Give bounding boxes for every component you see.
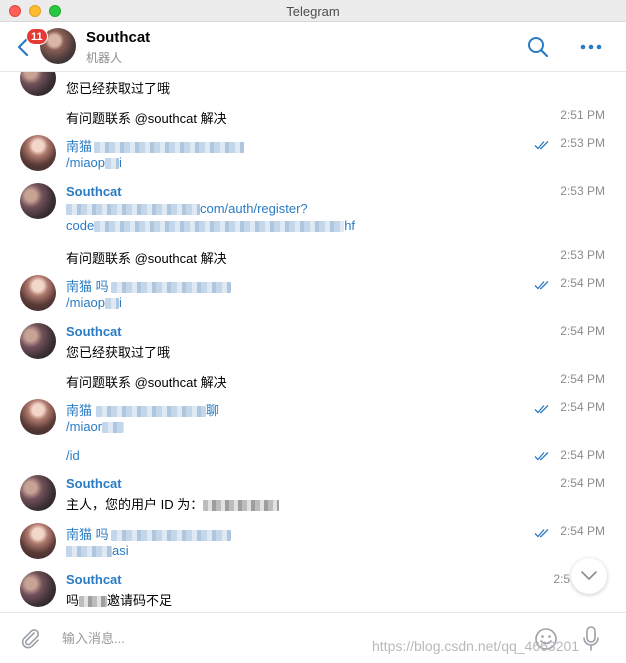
link-text-tail: i [119, 295, 122, 310]
window-titlebar: Telegram [0, 0, 626, 22]
message-input[interactable] [62, 627, 512, 649]
double-check-icon [534, 281, 549, 290]
message-text: 吗 邀请码不足 [66, 590, 172, 609]
message-text: 您已经获取过了哦 [66, 81, 171, 96]
message-sender[interactable]: Southcat [66, 476, 122, 491]
window-title: Telegram [286, 4, 340, 19]
message-composer: https://blog.csdn.net/qq_4663201 [0, 612, 626, 663]
more-dots-icon[interactable] [580, 44, 602, 50]
redacted-text [105, 298, 120, 310]
double-check-icon [534, 141, 549, 150]
sender-name: 南猫 吗 [66, 527, 109, 542]
link-text-tail: i [119, 155, 122, 170]
message-link[interactable]: /id [66, 448, 80, 463]
message-sender[interactable]: Southcat [66, 324, 122, 339]
message-sender[interactable]: 南猫 聊 [66, 400, 219, 419]
sender-name: 南猫 [66, 139, 93, 154]
message-time: 2:54 PM [560, 524, 605, 538]
message-list[interactable]: 您已经获取过了哦 有问题联系 @southcat 解决 2:51 PM 南猫 /… [0, 72, 626, 612]
avatar[interactable] [20, 135, 56, 171]
message-text-head: 吗 [66, 593, 80, 608]
redacted-text [66, 546, 112, 558]
link-text: /miaor [66, 419, 103, 434]
avatar[interactable] [20, 571, 56, 607]
paperclip-icon[interactable] [19, 627, 41, 649]
message-text-body: 邀请码不足 [107, 593, 173, 608]
message-link[interactable]: /miaop i [66, 295, 122, 310]
unread-badge: 11 [26, 28, 48, 45]
message-link[interactable]: /miaop i [66, 155, 122, 170]
redacted-text [110, 282, 231, 294]
redacted-text [94, 221, 345, 233]
link-text-tail: asi [112, 543, 129, 558]
chevron-down-icon [581, 571, 597, 580]
message-time: 2:51 PM [560, 108, 605, 122]
avatar[interactable] [20, 72, 56, 96]
message-time: 2:53 PM [560, 248, 605, 262]
message-time: 2:54 PM [560, 476, 605, 490]
chat-status: 机器人 [86, 51, 123, 65]
message-text: 有问题联系 @southcat 解决 [66, 111, 227, 126]
message-text: 您已经获取过了哦 [66, 345, 171, 360]
redacted-text [203, 500, 280, 512]
link-text: /miaop [66, 295, 106, 310]
redacted-text [96, 406, 207, 418]
scroll-to-bottom-button[interactable] [571, 558, 607, 594]
double-check-icon [534, 529, 549, 538]
sender-name-tail: 聊 [206, 403, 220, 418]
redacted-text [66, 204, 200, 216]
message-text: 主人，您的用户 ID 为： [66, 494, 280, 513]
search-icon[interactable] [527, 36, 549, 58]
avatar[interactable] [20, 275, 56, 311]
message-time: 2:5 [553, 572, 570, 586]
message-text-body: 主人，您的用户 ID 为： [66, 497, 204, 512]
redacted-text [79, 596, 108, 608]
link-text: com/auth/register? [200, 201, 308, 216]
emoji-icon[interactable] [534, 627, 558, 651]
chat-title[interactable]: Southcat [86, 29, 150, 46]
avatar[interactable] [20, 323, 56, 359]
avatar[interactable] [20, 523, 56, 559]
double-check-icon [534, 405, 549, 414]
redacted-text [102, 422, 125, 434]
redacted-text [110, 530, 231, 542]
microphone-icon[interactable] [582, 626, 600, 652]
sender-name: 南猫 [66, 403, 93, 418]
link-text: code [66, 218, 95, 233]
message-time: 2:53 PM [560, 136, 605, 150]
message-sender[interactable]: 南猫 吗 [66, 524, 231, 543]
message-time: 2:54 PM [560, 276, 605, 290]
message-time: 2:54 PM [560, 324, 605, 338]
message-link[interactable]: code hf [66, 218, 355, 233]
link-text-tail: hf [344, 218, 356, 233]
message-link[interactable]: /miaor [66, 419, 125, 434]
message-time: 2:54 PM [560, 372, 605, 386]
message-time: 2:54 PM [560, 448, 605, 462]
message-sender[interactable]: 南猫 [66, 136, 245, 155]
avatar[interactable] [20, 475, 56, 511]
double-check-icon [534, 452, 549, 461]
chat-header: 11 Southcat 机器人 [0, 22, 626, 72]
message-text: 有问题联系 @southcat 解决 [66, 375, 227, 390]
message-sender[interactable]: 南猫 吗 [66, 276, 231, 295]
link-text: /miaop [66, 155, 106, 170]
message-link[interactable]: asi [66, 543, 129, 558]
message-text: 有问题联系 @southcat 解决 [66, 251, 227, 266]
avatar[interactable] [20, 399, 56, 435]
message-sender[interactable]: Southcat [66, 572, 122, 587]
message-link[interactable]: com/auth/register? [66, 201, 308, 216]
message-time: 2:54 PM [560, 400, 605, 414]
redacted-text [94, 142, 245, 154]
sender-name: 南猫 吗 [66, 279, 109, 294]
message-sender[interactable]: Southcat [66, 184, 122, 199]
redacted-text [105, 158, 120, 170]
avatar[interactable] [20, 183, 56, 219]
message-time: 2:53 PM [560, 184, 605, 198]
